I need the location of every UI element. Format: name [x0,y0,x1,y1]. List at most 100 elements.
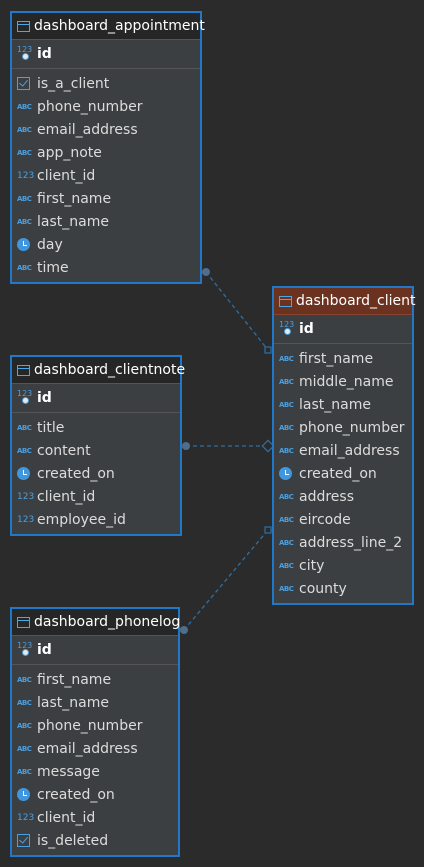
table-column-row[interactable]: ABC email_address [274,439,412,462]
abc-icon: ABC [279,538,294,547]
column-name: title [37,419,65,436]
abc-icon: ABC [17,675,32,684]
table-dashboard-appointment[interactable]: dashboard_appointment 123 id is_a_client… [10,11,205,284]
abc-icon: ABC [279,400,294,409]
primary-key-row[interactable]: 123 id [12,636,178,665]
column-name: is_deleted [37,832,109,849]
abc-icon: ABC [17,194,32,203]
column-name: app_note [37,144,102,161]
abc-icon: ABC [279,423,294,432]
column-name: message [37,763,100,780]
column-name: client_id [37,167,96,184]
relationship-anchor-appointment [264,346,272,354]
abc-icon: ABC [279,561,294,570]
number-icon: 123 [17,491,35,502]
table-column-row[interactable]: ABC time [12,256,200,279]
table-dashboard-clientnote[interactable]: dashboard_clientnote 123 id ABC title ABC c… [10,355,185,536]
clock-icon [17,788,30,801]
abc-icon: ABC [279,377,294,386]
table-column-row[interactable]: ABC county [274,577,412,600]
column-name: id [37,46,52,62]
column-name: email_address [37,740,138,757]
abc-icon: ABC [17,102,32,111]
table-column-row[interactable]: ABC title [12,416,180,439]
table-column-row[interactable]: ABC message [12,760,178,783]
table-column-row[interactable]: ABC middle_name [274,370,412,393]
table-column-row[interactable]: ABC phone_number [12,714,178,737]
column-name: day [37,236,63,253]
table-column-row[interactable]: ABC phone_number [12,95,200,118]
table-column-row[interactable]: created_on [274,462,412,485]
primary-key-icon: 123 [279,320,297,338]
column-name: employee_id [37,511,126,528]
table-column-row[interactable]: is_deleted [12,829,178,852]
checkbox-icon [17,77,30,90]
table-column-row[interactable]: ABC first_name [12,187,200,210]
table-column-row[interactable]: ABC first_name [12,668,178,691]
table-column-row[interactable]: ABC eircode [274,508,412,531]
table-column-row[interactable]: ABC content [12,439,180,462]
column-name: first_name [37,190,112,207]
table-column-row[interactable]: 123 employee_id [12,508,180,531]
table-header[interactable]: dashboard_clientnote [12,357,185,384]
abc-icon: ABC [279,354,294,363]
number-icon: 123 [17,514,35,525]
table-column-row[interactable]: ABC phone_number [274,416,412,439]
table-column-row[interactable]: ABC email_address [12,737,178,760]
table-column-row[interactable]: 123 client_id [12,485,180,508]
primary-key-row[interactable]: 123 id [12,40,200,69]
column-name: last_name [37,213,109,230]
column-name: eircode [299,511,351,528]
relationship-anchor-phonelog [264,526,272,534]
column-name: phone_number [37,717,143,734]
abc-icon: ABC [279,492,294,501]
abc-icon: ABC [17,744,32,753]
primary-key-row[interactable]: 123 id [12,384,180,413]
table-column-row[interactable]: ABC address_line_2 [274,531,412,554]
abc-icon: ABC [17,446,32,455]
primary-key-row[interactable]: 123 id [274,315,412,344]
column-name: phone_number [37,98,143,115]
column-name: middle_name [299,373,394,390]
table-column-row[interactable]: ABC last_name [12,210,200,233]
table-column-row[interactable]: ABC city [274,554,412,577]
table-column-row[interactable]: ABC last_name [274,393,412,416]
abc-icon: ABC [279,515,294,524]
column-name: created_on [37,786,115,803]
table-icon [279,295,292,307]
relationship-end-phonelog [180,626,188,634]
primary-key-icon: 123 [17,641,35,659]
number-icon: 123 [17,812,35,823]
table-column-row[interactable]: 123 client_id [12,164,200,187]
table-icon [17,364,30,376]
table-icon [17,20,30,32]
table-column-row[interactable]: ABC last_name [12,691,178,714]
table-column-row[interactable]: created_on [12,462,180,485]
table-column-row[interactable]: created_on [12,783,178,806]
table-name: dashboard_clientnote [34,362,186,378]
table-column-row[interactable]: ABC address [274,485,412,508]
table-column-row[interactable]: ABC first_name [274,347,412,370]
column-name: content [37,442,91,459]
table-dashboard-client[interactable]: dashboard_client 123 id ABC first_name ABC… [272,286,416,605]
relationship-appointment-client[interactable] [205,271,274,351]
table-column-row[interactable]: 123 client_id [12,806,178,829]
abc-icon: ABC [17,125,32,134]
table-column-row[interactable]: day [12,233,200,256]
column-list: ABC first_name ABC last_name ABC phone_number… [12,665,178,852]
column-name: id [299,321,314,337]
table-header[interactable]: dashboard_client [274,288,416,315]
table-name: dashboard_appointment [34,18,205,34]
column-name: address [299,488,355,505]
table-column-row[interactable]: is_a_client [12,72,200,95]
column-name: city [299,557,325,574]
table-column-row[interactable]: ABC email_address [12,118,200,141]
table-header[interactable]: dashboard_appointment [12,13,205,40]
relationship-phonelog-client[interactable] [183,529,274,631]
table-column-row[interactable]: ABC app_note [12,141,200,164]
table-dashboard-phonelog[interactable]: dashboard_phonelog 123 id ABC first_name A… [10,607,180,857]
clock-icon [17,467,30,480]
table-header[interactable]: dashboard_phonelog [12,609,180,636]
column-list: is_a_client ABC phone_number ABC email_addre… [12,69,200,279]
column-name: time [37,259,69,276]
